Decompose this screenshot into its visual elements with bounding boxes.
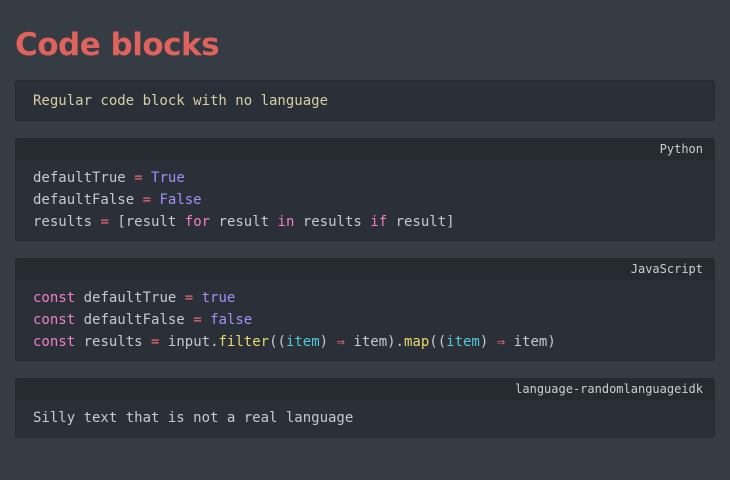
keyword: for — [184, 214, 211, 230]
parameter: item — [446, 334, 480, 350]
punctuation: ) — [479, 334, 489, 350]
parameter: item — [285, 334, 320, 350]
code-text: item) — [513, 334, 556, 350]
boolean-literal: True — [151, 170, 185, 186]
identifier: defaultFalse — [33, 192, 135, 208]
page-heading: Code blocks — [15, 27, 220, 63]
language-label: JavaScript — [16, 259, 714, 280]
language-label: language-randomlanguageidk — [16, 379, 714, 400]
boolean-literal: true — [201, 290, 236, 306]
function-name: map — [403, 334, 430, 350]
identifier: defaultTrue — [33, 170, 126, 186]
arrow-operator: ⇒ — [496, 334, 506, 350]
keyword: const — [33, 290, 76, 306]
identifier: defaultTrue — [83, 290, 177, 306]
code-line: Regular code block with no language — [33, 93, 329, 109]
code-text: input. — [167, 334, 219, 350]
language-label: Python — [16, 139, 714, 160]
boolean-literal: false — [210, 312, 253, 328]
assign-operator: = — [184, 290, 194, 306]
code-content: const defaultTrue = true const defaultFa… — [16, 280, 714, 353]
code-text: results — [302, 214, 362, 230]
punctuation: (( — [429, 334, 447, 350]
code-content: defaultTrue = True defaultFalse = False … — [16, 160, 714, 233]
function-name: filter — [218, 334, 270, 350]
code-line: Silly text that is not a real language — [33, 410, 354, 426]
arrow-operator: ⇒ — [336, 334, 345, 350]
keyword: const — [33, 312, 76, 328]
keyword: if — [370, 214, 388, 230]
keyword: const — [33, 334, 76, 350]
code-text: result — [218, 214, 270, 230]
keyword: in — [277, 214, 295, 230]
code-block-plain: Regular code block with no language — [15, 80, 715, 121]
code-text: [result — [117, 214, 177, 230]
code-block-python: Python defaultTrue = True defaultFalse =… — [15, 138, 715, 241]
punctuation: (( — [269, 334, 286, 350]
assign-operator: = — [100, 214, 109, 230]
assign-operator: = — [193, 312, 202, 328]
assign-operator: = — [134, 170, 143, 186]
identifier: defaultFalse — [83, 312, 185, 328]
code-block-unknown-language: language-randomlanguageidk Silly text th… — [15, 378, 715, 438]
identifier: results — [83, 334, 143, 350]
assign-operator: = — [142, 192, 152, 208]
boolean-literal: False — [159, 192, 202, 208]
code-text: result] — [395, 214, 455, 230]
identifier: results — [33, 214, 93, 230]
punctuation: ) — [319, 334, 329, 350]
assign-operator: = — [151, 334, 160, 350]
code-block-javascript: JavaScript const defaultTrue = true cons… — [15, 258, 715, 361]
code-text: item). — [353, 334, 404, 350]
